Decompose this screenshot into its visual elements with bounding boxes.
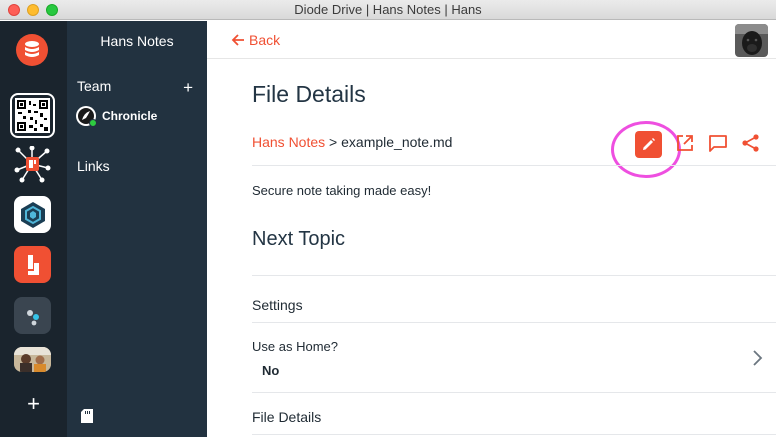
chevron-right-icon	[753, 350, 763, 366]
add-team-member-button[interactable]: +	[183, 78, 193, 98]
settings-heading: Settings	[252, 297, 303, 313]
sd-card-icon[interactable]	[81, 409, 93, 428]
use-as-home-expand[interactable]	[752, 349, 764, 372]
add-zone-button[interactable]: +	[0, 391, 67, 417]
qr-zone-icon[interactable]	[10, 93, 55, 138]
divider	[252, 434, 776, 435]
share-icon	[742, 134, 759, 152]
divider	[252, 392, 776, 393]
use-as-home-value: No	[262, 363, 280, 378]
links-section-label[interactable]: Links	[77, 158, 110, 174]
divider	[252, 275, 776, 276]
chronicle-avatar-icon	[76, 106, 97, 127]
share-button[interactable]	[741, 133, 761, 158]
zone-sidebar: Hans Notes Team + Chronicle Links	[67, 21, 207, 437]
back-label: Back	[249, 32, 281, 48]
page-title: File Details	[252, 81, 366, 107]
sidebar-item-label: Chronicle	[102, 109, 158, 123]
edit-button[interactable]	[635, 131, 662, 158]
divider	[252, 322, 776, 323]
comment-button[interactable]	[708, 133, 728, 158]
file-details-heading: File Details	[252, 409, 322, 425]
top-bar: Back	[207, 21, 776, 59]
file-description: Secure note taking made easy!	[252, 183, 432, 198]
zone-title: Hans Notes	[100, 33, 174, 49]
pencil-icon	[643, 138, 655, 150]
diode-drive-zone-icon[interactable]	[14, 246, 51, 283]
diode-logo-icon[interactable]	[15, 33, 49, 67]
back-button[interactable]: Back	[231, 32, 280, 48]
app-rail: +	[0, 21, 67, 437]
divider	[252, 165, 776, 166]
team-section-label: Team	[77, 78, 112, 94]
online-status-dot	[89, 119, 97, 127]
hexagon-zone-icon[interactable]	[14, 196, 51, 233]
use-as-home-label: Use as Home?	[252, 339, 338, 354]
user-avatar[interactable]	[735, 24, 768, 57]
sidebar-item-chronicle[interactable]: Chronicle	[76, 106, 158, 127]
window-titlebar: Diode Drive | Hans Notes | Hans	[0, 0, 776, 20]
window-title: Diode Drive | Hans Notes | Hans	[294, 2, 482, 17]
breadcrumb-file: example_note.md	[341, 134, 453, 150]
network-zone-icon[interactable]	[14, 146, 51, 183]
breadcrumb: Hans Notes > example_note.md	[252, 134, 452, 150]
dots-zone-icon[interactable]	[14, 297, 51, 334]
photo-zone-icon[interactable]	[14, 347, 51, 372]
breadcrumb-zone-link[interactable]: Hans Notes	[252, 134, 325, 150]
section-heading: Next Topic	[252, 228, 346, 250]
breadcrumb-separator: >	[325, 134, 342, 150]
open-external-button[interactable]	[675, 133, 695, 158]
comment-icon	[709, 135, 727, 152]
main-content: Back File Details Hans Notes > example_n…	[207, 21, 776, 437]
open-external-icon	[677, 135, 693, 151]
file-actions	[611, 121, 776, 178]
arrow-left-icon	[231, 34, 244, 46]
